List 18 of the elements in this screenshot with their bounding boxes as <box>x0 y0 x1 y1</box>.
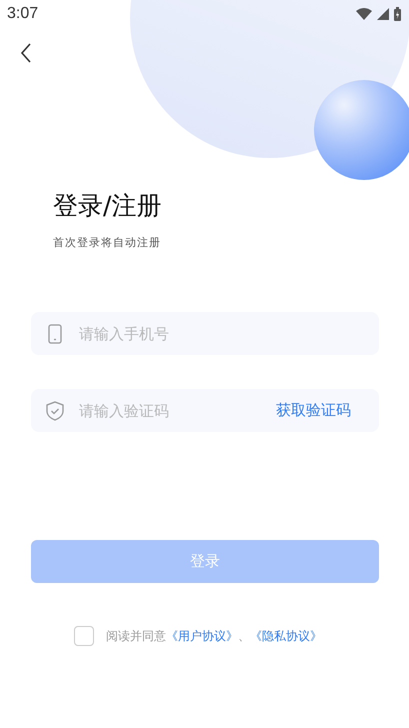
back-icon[interactable] <box>20 43 32 63</box>
signal-icon <box>377 8 389 20</box>
get-code-button[interactable]: 获取验证码 <box>276 401 365 420</box>
code-input[interactable]: 请输入验证码 <box>79 389 262 432</box>
page-title: 登录/注册 <box>53 190 162 222</box>
shield-check-icon <box>46 400 64 420</box>
phone-icon <box>48 324 62 344</box>
wifi-icon <box>356 8 372 20</box>
agreement-text: 阅读并同意《用户协议》、《隐私协议》 <box>106 628 322 644</box>
agreement-link[interactable]: 《隐私协议》 <box>250 628 322 642</box>
clock-time: 3:07 <box>7 5 38 23</box>
phone-field[interactable]: 请输入手机号 <box>31 312 379 355</box>
phone-input[interactable]: 请输入手机号 <box>79 312 365 355</box>
battery-icon <box>394 7 401 21</box>
code-field[interactable]: 请输入验证码 获取验证码 <box>31 389 379 432</box>
agreement-checkbox[interactable] <box>74 626 94 646</box>
subtitle-text: 首次登录将自动注册 <box>53 235 162 250</box>
agreement-link[interactable]: 《用户协议》 <box>166 628 238 642</box>
